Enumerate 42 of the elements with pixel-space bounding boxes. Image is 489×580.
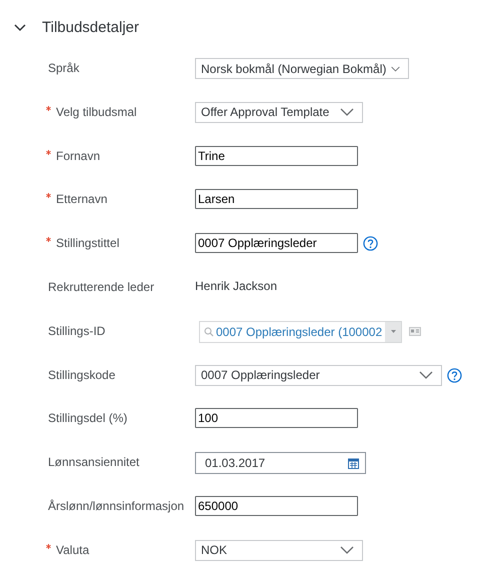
field-label: Valuta	[56, 542, 90, 559]
caret-icon	[419, 371, 433, 380]
help-icon[interactable]	[447, 368, 462, 383]
input-field[interactable]: 100	[195, 408, 358, 428]
dropdown-toggle[interactable]	[385, 322, 401, 342]
caret-icon	[391, 66, 400, 72]
field-label: Velg tilbudsmal	[56, 104, 137, 121]
required-icon	[46, 150, 51, 155]
field-label: Stillingsdel (%)	[48, 410, 128, 428]
field-label: Stillingskode	[48, 366, 116, 384]
dropdown-field[interactable]: NOK	[195, 540, 363, 561]
help-icon[interactable]	[363, 236, 378, 251]
field-label: Stillingstittel	[56, 235, 120, 252]
required-icon	[46, 193, 51, 198]
input-field[interactable]: 650000	[195, 496, 358, 516]
field-label: Etternavn	[56, 191, 108, 208]
chevron-icon[interactable]	[14, 24, 26, 32]
field-label: Språk	[48, 60, 80, 77]
field-label: Stillings-ID	[48, 322, 106, 340]
required-icon	[46, 106, 51, 111]
field-label: Rekrutterende leder	[48, 278, 154, 296]
date-field[interactable]: 01.03.2017	[195, 452, 366, 474]
dropdown-field[interactable]: 0007 Opplæringsleder	[195, 364, 442, 386]
required-icon	[46, 237, 51, 242]
dropdown-field[interactable]: Offer Approval Template	[195, 102, 363, 123]
input-field[interactable]: Trine	[195, 146, 358, 166]
required-icon	[46, 544, 51, 549]
caret-icon	[340, 108, 354, 116]
input-field[interactable]: 0007 Opplæringsleder	[195, 233, 358, 254]
section-title: Tilbudsdetaljer	[42, 18, 139, 38]
caret-icon	[340, 546, 354, 554]
field-label: Fornavn	[56, 148, 100, 165]
field-label: Lønnsansiennitet	[48, 454, 140, 472]
triangle-icon	[390, 330, 396, 334]
calendar-icon	[348, 458, 359, 469]
lookup-field[interactable]: 0007 Opplæringsleder (100002	[199, 320, 402, 343]
field-label: Årslønn/lønnsinformasjon	[48, 498, 184, 515]
search-icon	[204, 326, 214, 337]
input-field[interactable]: Larsen	[195, 189, 358, 210]
card-icon[interactable]	[409, 327, 421, 336]
dropdown-field[interactable]: Norsk bokmål (Norwegian Bokmål)	[195, 58, 409, 79]
field-value: Henrik Jackson	[195, 278, 278, 295]
